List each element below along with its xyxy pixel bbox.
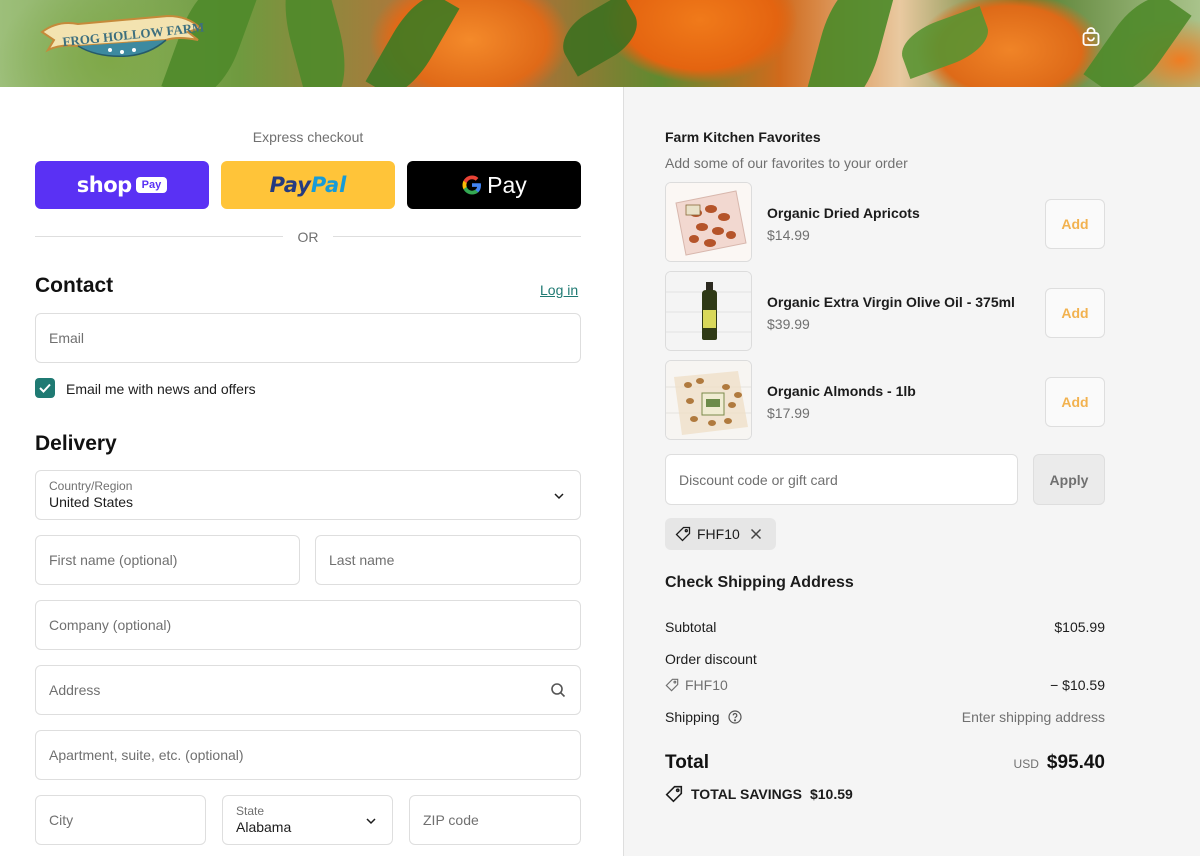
paypal-button[interactable]: PayPal [221,161,395,209]
product-image-olive-oil [665,271,752,351]
check-shipping-heading: Check Shipping Address [665,574,854,591]
google-g-icon [462,175,482,195]
google-pay-button[interactable]: Pay [407,161,581,209]
last-name-field[interactable]: Last name [315,535,581,585]
savings-label: TOTAL SAVINGS [691,786,802,802]
total-amount: $95.40 [1046,752,1105,773]
shipping-value: Enter shipping address [961,709,1105,725]
subtotal-value: $105.99 [1054,619,1105,635]
contact-heading: Contact [35,274,114,297]
add-almonds-button[interactable]: Add [1045,377,1105,427]
close-icon [750,528,761,540]
product-image-dried-apricots [665,182,752,262]
newsletter-label: Email me with news and offers [66,381,256,397]
zip-code-field[interactable]: ZIP code [409,795,581,845]
shop-pay-badge: Pay [135,177,168,193]
first-name-field[interactable]: First name (optional) [35,535,300,585]
add-olive-oil-button[interactable]: Add [1045,288,1105,338]
upsell-title: Farm Kitchen Favorites [665,129,821,145]
checkmark-icon [39,383,51,393]
upsell-product: Organic Almonds - 1lb $17.99 Add [665,360,1105,440]
shop-pay-wordmark: shop [76,173,132,197]
state-select[interactable]: State Alabama [222,795,393,845]
address-placeholder: Address [49,682,101,698]
discount-code-input[interactable]: Discount code or gift card [665,454,1018,505]
apply-discount-button[interactable]: Apply [1033,454,1105,505]
leaf-decoration [365,0,460,87]
discount-code-row: FHF10 [665,677,728,693]
product-name: Organic Extra Virgin Olive Oil - 375ml [767,294,1015,310]
shipping-label: Shipping [665,709,720,725]
product-name: Organic Almonds - 1lb [767,383,916,399]
tag-icon [675,526,691,542]
upsell-subtitle: Add some of our favorites to your order [665,155,908,171]
cart-button[interactable] [1078,24,1104,50]
upsell-product: Organic Dried Apricots $14.99 Add [665,182,1105,262]
total-currency: USD [1013,757,1039,771]
address-field[interactable]: Address [35,665,581,715]
shopping-bag-icon [1082,27,1100,46]
country-value: United States [49,494,134,510]
hero-banner: FROG HOLLOW FARM [0,0,1200,87]
state-label: State [236,804,265,818]
total-savings: TOTAL SAVINGS $10.59 [665,785,853,803]
country-label: Country/Region [49,479,133,493]
savings-value: $10.59 [809,786,853,802]
or-divider: OR [35,227,581,247]
apartment-field[interactable]: Apartment, suite, etc. (optional) [35,730,581,780]
frog-hollow-farm-logo[interactable]: FROG HOLLOW FARM [38,10,206,66]
leaf-decoration [895,5,995,80]
leaf-decoration [552,0,648,77]
city-field[interactable]: City [35,795,206,845]
country-select[interactable]: Country/Region United States [35,470,581,520]
shipping-row: Shipping [665,709,742,725]
chevron-down-icon [366,818,376,825]
product-price: $39.99 [767,316,810,332]
remove-discount-button[interactable] [750,528,762,540]
state-value: Alabama [236,819,292,835]
delivery-heading: Delivery [35,432,117,455]
log-in-link[interactable]: Log in [540,282,578,298]
checkout-form: Express checkout shop Pay PayPal Pay OR … [0,87,624,856]
subtotal-label: Subtotal [665,619,717,635]
upsell-product: Organic Extra Virgin Olive Oil - 375ml $… [665,271,1105,351]
applied-code-text: FHF10 [697,526,740,542]
tag-icon [665,785,683,803]
discount-code-label: FHF10 [685,677,728,693]
leaf-decoration [274,0,356,87]
product-image-almonds [665,360,752,440]
help-circle-icon[interactable] [727,710,742,724]
email-field[interactable]: Email [35,313,581,363]
add-dried-apricots-button[interactable]: Add [1045,199,1105,249]
product-name: Organic Dried Apricots [767,205,920,221]
product-price: $17.99 [767,405,810,421]
total-label: Total [665,752,709,773]
express-checkout-label: Express checkout [252,129,364,145]
google-pay-wordmark: Pay [487,171,527,198]
or-label: OR [297,229,319,245]
applied-discount-tag: FHF10 [665,518,776,550]
leaf-decoration [804,0,896,87]
paypal-wordmark: PayPal [269,173,347,197]
order-summary: Farm Kitchen Favorites Add some of our f… [624,87,1200,856]
tag-icon [665,678,679,692]
company-field[interactable]: Company (optional) [35,600,581,650]
search-icon [551,683,566,698]
product-price: $14.99 [767,227,810,243]
discount-amount: − $10.59 [1050,677,1105,693]
chevron-down-icon [554,493,564,500]
newsletter-checkbox[interactable] [35,378,55,398]
total-value-group: USD $95.40 [1014,752,1105,774]
shop-pay-button[interactable]: shop Pay [35,161,209,209]
order-discount-label: Order discount [665,651,757,667]
